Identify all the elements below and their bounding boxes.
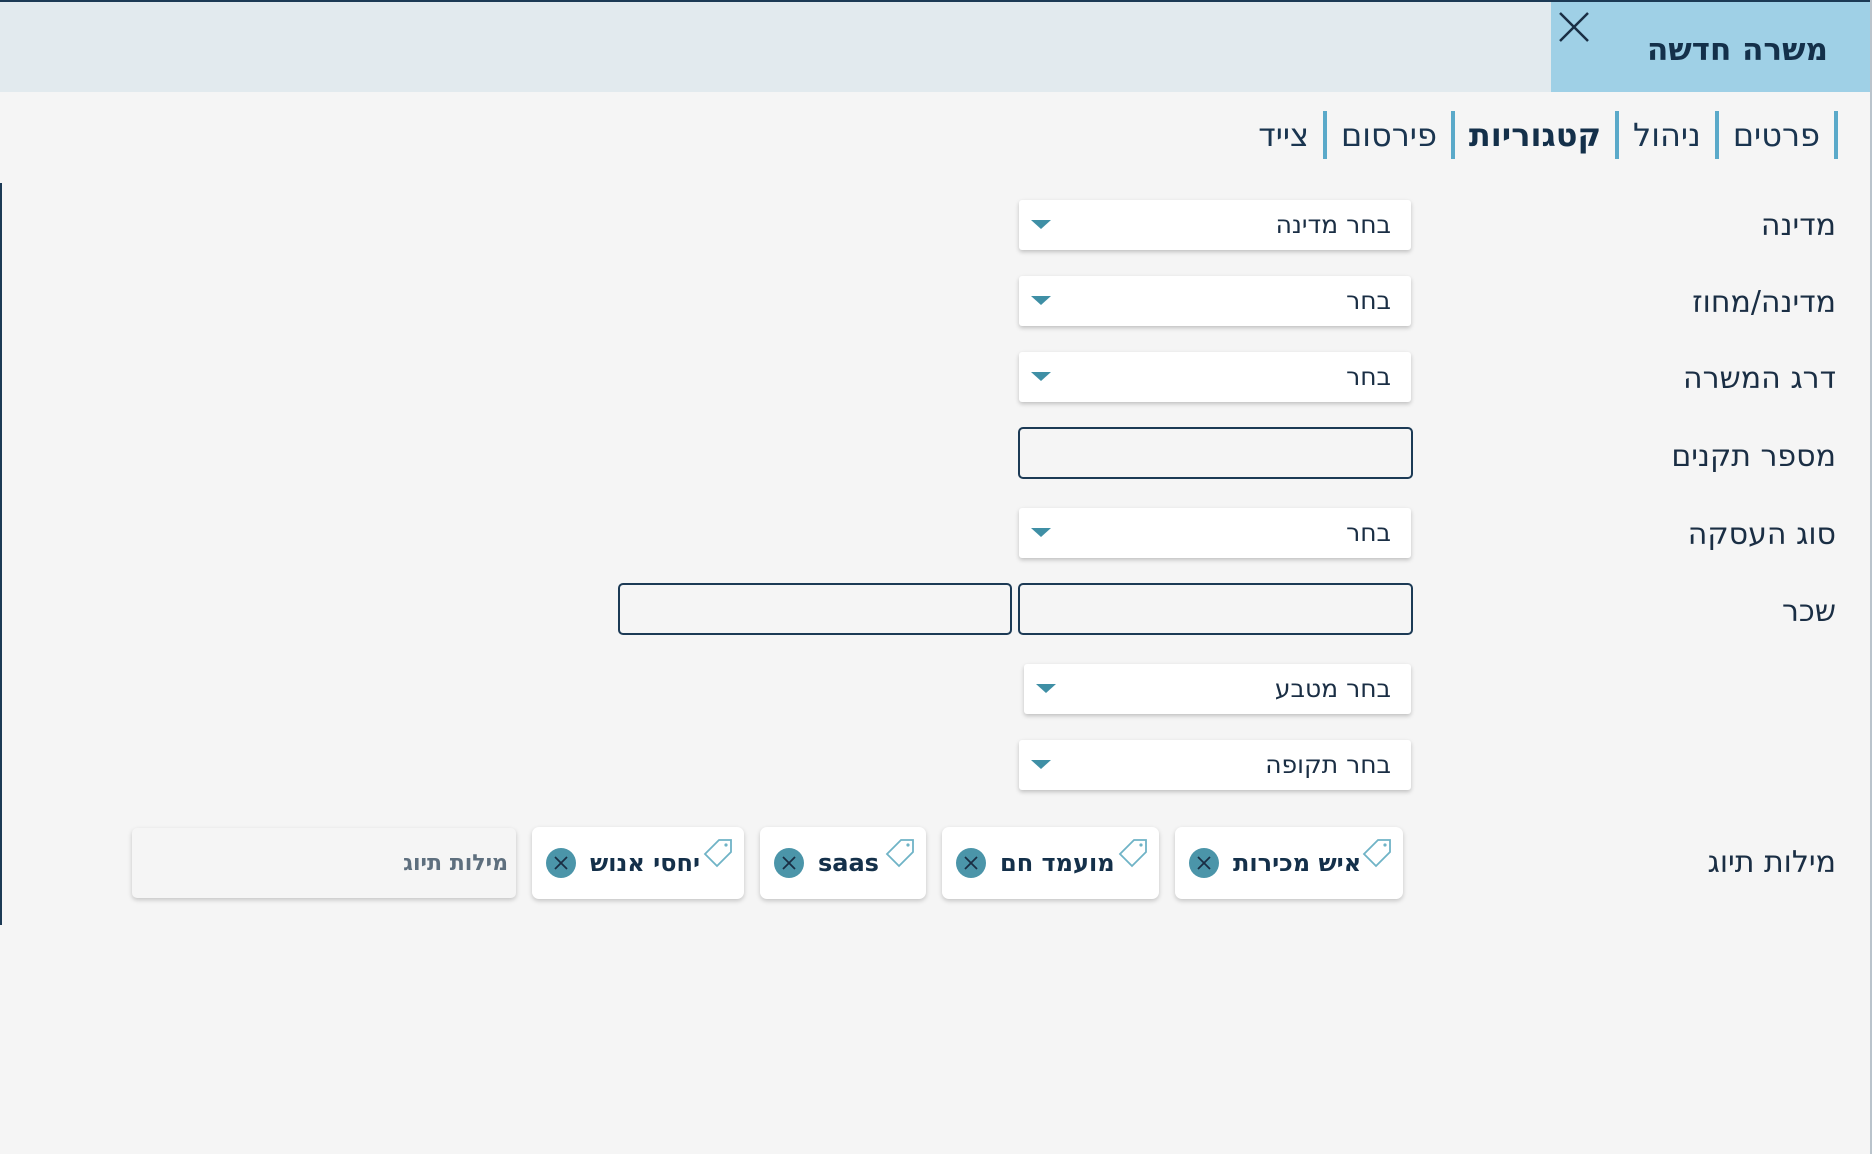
salary-from-input[interactable] xyxy=(1018,583,1413,635)
tab-hunter[interactable]: צייד xyxy=(1244,108,1327,162)
tag-remove-button[interactable] xyxy=(1189,848,1219,878)
tag-icon xyxy=(703,839,732,868)
close-circle-icon xyxy=(964,856,978,870)
close-circle-icon xyxy=(554,856,568,870)
tag-remove-button[interactable] xyxy=(774,848,804,878)
country-label: מדינה xyxy=(1760,208,1836,243)
employment-type-label: סוג העסקה xyxy=(1687,517,1836,552)
tag-text: saas xyxy=(818,849,879,877)
tag-chip: יחסי אנוש xyxy=(532,827,744,899)
close-circle-icon xyxy=(1197,856,1211,870)
tab-publishing[interactable]: פירסום xyxy=(1327,108,1455,162)
positions-label: מספר תקנים xyxy=(1671,439,1836,474)
header-bar xyxy=(0,2,1551,92)
country-select-value: בחר מדינה xyxy=(1275,210,1391,239)
chevron-down-icon xyxy=(1036,684,1056,693)
tab-label: פרטים xyxy=(1732,116,1820,154)
currency-select-value: בחר מטבע xyxy=(1274,674,1391,703)
seniority-select[interactable]: בחר xyxy=(1019,352,1411,402)
tag-remove-button[interactable] xyxy=(546,848,576,878)
tab-management[interactable]: ניהול xyxy=(1619,108,1719,162)
tab-separator xyxy=(1714,111,1719,159)
page-title: משרה חדשה xyxy=(1646,32,1828,68)
tag-icon xyxy=(885,839,914,868)
period-select[interactable]: בחר תקופה xyxy=(1019,740,1411,790)
chevron-down-icon xyxy=(1031,296,1051,305)
tag-chip: איש מכירות xyxy=(1175,827,1403,899)
state-select-value: בחר xyxy=(1346,286,1391,315)
tab-bar: פרטים ניהול קטגוריות פירסום צייד xyxy=(1244,108,1838,162)
tag-remove-button[interactable] xyxy=(956,848,986,878)
chevron-down-icon xyxy=(1031,528,1051,537)
tab-label: צייד xyxy=(1258,116,1309,154)
tag-icon xyxy=(1362,839,1391,868)
close-icon xyxy=(1559,12,1589,42)
tab-label: ניהול xyxy=(1633,116,1701,154)
close-button[interactable] xyxy=(1555,8,1593,46)
chevron-down-icon xyxy=(1031,372,1051,381)
period-select-value: בחר תקופה xyxy=(1265,750,1391,779)
tab-categories[interactable]: קטגוריות xyxy=(1455,108,1620,162)
tab-separator xyxy=(1615,111,1620,159)
currency-select[interactable]: בחר מטבע xyxy=(1024,664,1411,714)
left-border xyxy=(0,183,2,925)
title-box: משרה חדשה xyxy=(1551,2,1872,92)
tag-chip: מועמד חם xyxy=(942,827,1159,899)
tab-label: פירסום xyxy=(1341,116,1437,154)
employment-type-select[interactable]: בחר xyxy=(1019,508,1411,558)
tag-input[interactable] xyxy=(132,828,516,898)
chevron-down-icon xyxy=(1031,220,1051,229)
positions-input[interactable] xyxy=(1018,427,1413,479)
seniority-select-value: בחר xyxy=(1346,362,1391,391)
tab-label: קטגוריות xyxy=(1468,116,1602,154)
salary-to-input[interactable] xyxy=(618,583,1012,635)
close-circle-icon xyxy=(782,856,796,870)
tag-text: יחסי אנוש xyxy=(590,849,701,877)
seniority-label: דרג המשרה xyxy=(1683,361,1836,396)
tag-icon xyxy=(1118,839,1147,868)
salary-label: שכר xyxy=(1781,594,1836,629)
state-label: מדינה/מחוז xyxy=(1692,285,1836,320)
tab-separator xyxy=(1450,111,1455,159)
tags-label: מילות תיוג xyxy=(1707,845,1836,880)
employment-type-select-value: בחר xyxy=(1346,518,1391,547)
state-select[interactable]: בחר xyxy=(1019,276,1411,326)
tag-text: מועמד חם xyxy=(1000,849,1115,877)
tab-separator xyxy=(1323,111,1327,159)
country-select[interactable]: בחר מדינה xyxy=(1019,200,1411,250)
chevron-down-icon xyxy=(1031,760,1051,769)
tag-text: איש מכירות xyxy=(1233,849,1362,877)
tag-chip: saas xyxy=(760,827,926,899)
tab-separator xyxy=(1834,111,1838,159)
tab-details[interactable]: פרטים xyxy=(1719,108,1838,162)
